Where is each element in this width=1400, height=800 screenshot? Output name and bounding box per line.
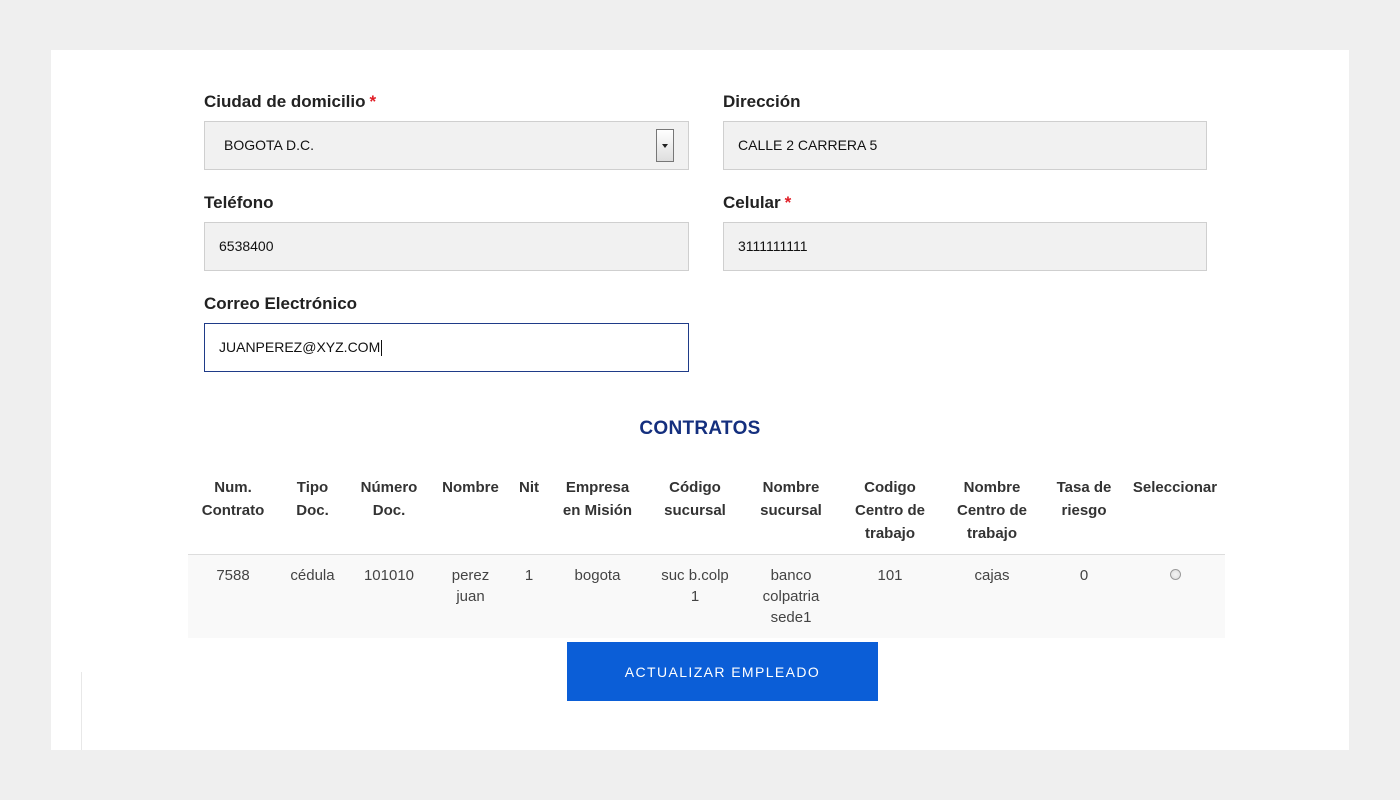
table-cell-line: suc b.colp: [661, 567, 729, 584]
column-header-line: trabajo: [966, 525, 1017, 542]
column-header: Nombre sucursal: [743, 472, 839, 555]
ciudad-select[interactable]: BOGOTA D.C.: [204, 121, 689, 170]
telefono-input-value: 6538400: [219, 238, 274, 254]
table-cell: 0: [1043, 554, 1125, 638]
column-header: Nit: [510, 472, 548, 555]
direccion-input-value: CALLE 2 CARRERA 5: [738, 137, 878, 153]
table-cell-line: colpatria: [762, 588, 820, 605]
correo-input-value: JUANPEREZ@XYZ.COM: [219, 339, 381, 355]
correo-label: Correo Electrónico: [204, 294, 358, 313]
divider: [81, 672, 82, 750]
direccion-input[interactable]: CALLE 2 CARRERA 5: [723, 121, 1207, 170]
direccion-field: Dirección CALLE 2 CARRERA 5: [723, 91, 1207, 171]
actualizar-empleado-button[interactable]: ACTUALIZAR EMPLEADO: [567, 642, 878, 701]
required-marker: *: [369, 92, 377, 111]
celular-input[interactable]: 3111111111: [723, 222, 1207, 271]
table-cell-line: 1: [524, 567, 534, 584]
select-contract-radio[interactable]: [1169, 569, 1181, 580]
column-header-line: Num.: [214, 479, 252, 496]
column-header-line: Nit: [519, 479, 539, 496]
form-panel: Ciudad de domicilio * BOGOTA D.C. Direcci…: [51, 50, 1349, 750]
column-header-line: Codigo: [864, 479, 916, 496]
correo-input[interactable]: JUANPEREZ@XYZ.COM: [204, 323, 689, 372]
table-cell-line: 1: [690, 588, 700, 605]
column-header-line: Empresa: [565, 479, 630, 496]
table-cell-line: bogota: [574, 567, 621, 584]
column-header: Código sucursal: [647, 472, 743, 555]
ciudad-field: Ciudad de domicilio * BOGOTA D.C.: [204, 91, 689, 171]
celular-input-value: 3111111111: [738, 238, 808, 254]
table-cell: suc b.colp 1: [647, 554, 743, 638]
table-cell-line: banco: [770, 567, 812, 584]
column-header-line: Doc.: [372, 502, 406, 519]
table-cell: 1: [510, 554, 548, 638]
column-header-line: Contrato: [201, 502, 265, 519]
telefono-field: Teléfono 6538400: [204, 192, 689, 272]
table-cell: bogota: [548, 554, 647, 638]
table-cell-line: 101: [877, 567, 903, 584]
direccion-label: Dirección: [723, 92, 801, 111]
telefono-label: Teléfono: [204, 193, 274, 212]
required-marker: *: [784, 193, 792, 212]
column-header-line: Nombre: [963, 479, 1021, 496]
table-cell-line: perez: [451, 567, 490, 584]
table-cell: 101: [839, 554, 941, 638]
column-header: Empresa en Misión: [548, 472, 647, 555]
table-cell-line: 0: [1079, 567, 1089, 584]
table-cell-line: juan: [456, 588, 485, 605]
column-header-line: sucursal: [664, 502, 726, 519]
column-header-line: Nombre: [442, 479, 499, 496]
column-header: Nombre Centro de trabajo: [941, 472, 1043, 555]
table-cell: cajas: [941, 554, 1043, 638]
table-cell-line: 7588: [216, 567, 250, 584]
select-cell: [1125, 554, 1225, 638]
celular-field: Celular * 3111111111: [723, 192, 1207, 272]
column-header: Seleccionar: [1125, 472, 1225, 555]
table-header: Num. Contrato Tipo Doc. Número Doc. Nombre Nit E…: [188, 472, 1225, 555]
table-cell: banco colpatria sede1: [743, 554, 839, 638]
column-header: Tasa de riesgo: [1043, 472, 1125, 555]
ciudad-select-value: BOGOTA D.C.: [224, 137, 314, 153]
column-header: Tipo Doc.: [278, 472, 347, 555]
table-cell-line: 101010: [363, 567, 415, 584]
contratos-table: Num. Contrato Tipo Doc. Número Doc. Nombre Nit E…: [188, 472, 1225, 638]
table-cell: cédula: [278, 554, 347, 638]
table-cell-line: sede1: [770, 609, 812, 626]
column-header-line: Doc.: [296, 502, 329, 519]
table-body: 7588 cédula 101010 perez juan 1 bogota suc b.co…: [188, 554, 1225, 638]
contratos-title: CONTRATOS: [639, 418, 761, 439]
column-header-line: sucursal: [760, 502, 822, 519]
table-row: 7588 cédula 101010 perez juan 1 bogota suc b.co…: [188, 554, 1225, 638]
table-cell-line: cédula: [290, 567, 335, 584]
column-header-line: Centro de: [854, 502, 925, 519]
table-cell: 101010: [347, 554, 431, 638]
column-header: Num. Contrato: [188, 472, 278, 555]
ciudad-label: Ciudad de domicilio: [204, 92, 366, 111]
column-header: Codigo Centro de trabajo: [839, 472, 941, 555]
table-cell-line: cajas: [974, 567, 1010, 584]
caret-down-icon: [662, 144, 668, 148]
telefono-input[interactable]: 6538400: [204, 222, 689, 271]
column-header: Nombre: [431, 472, 510, 555]
column-header-line: Tasa de: [1056, 479, 1112, 496]
table-cell: 7588: [188, 554, 278, 638]
column-header-line: Tipo: [296, 479, 329, 496]
column-header-line: Centro de: [956, 502, 1027, 519]
column-header-line: Número: [360, 479, 418, 496]
table-cell: perez juan: [431, 554, 510, 638]
correo-field: Correo Electrónico JUANPEREZ@XYZ.COM: [204, 293, 689, 373]
column-header-line: riesgo: [1061, 502, 1107, 519]
header-row: Num. Contrato Tipo Doc. Número Doc. Nombre Nit E…: [188, 472, 1225, 555]
text-cursor: [381, 340, 383, 357]
select-dropdown-button[interactable]: [656, 129, 674, 162]
column-header-line: en Misión: [562, 502, 633, 519]
column-header: Número Doc.: [347, 472, 431, 555]
celular-label: Celular: [723, 193, 781, 212]
column-header-line: trabajo: [864, 525, 915, 542]
column-header-line: Código: [669, 479, 721, 496]
column-header-line: Seleccionar: [1132, 479, 1218, 496]
column-header-line: Nombre: [762, 479, 820, 496]
